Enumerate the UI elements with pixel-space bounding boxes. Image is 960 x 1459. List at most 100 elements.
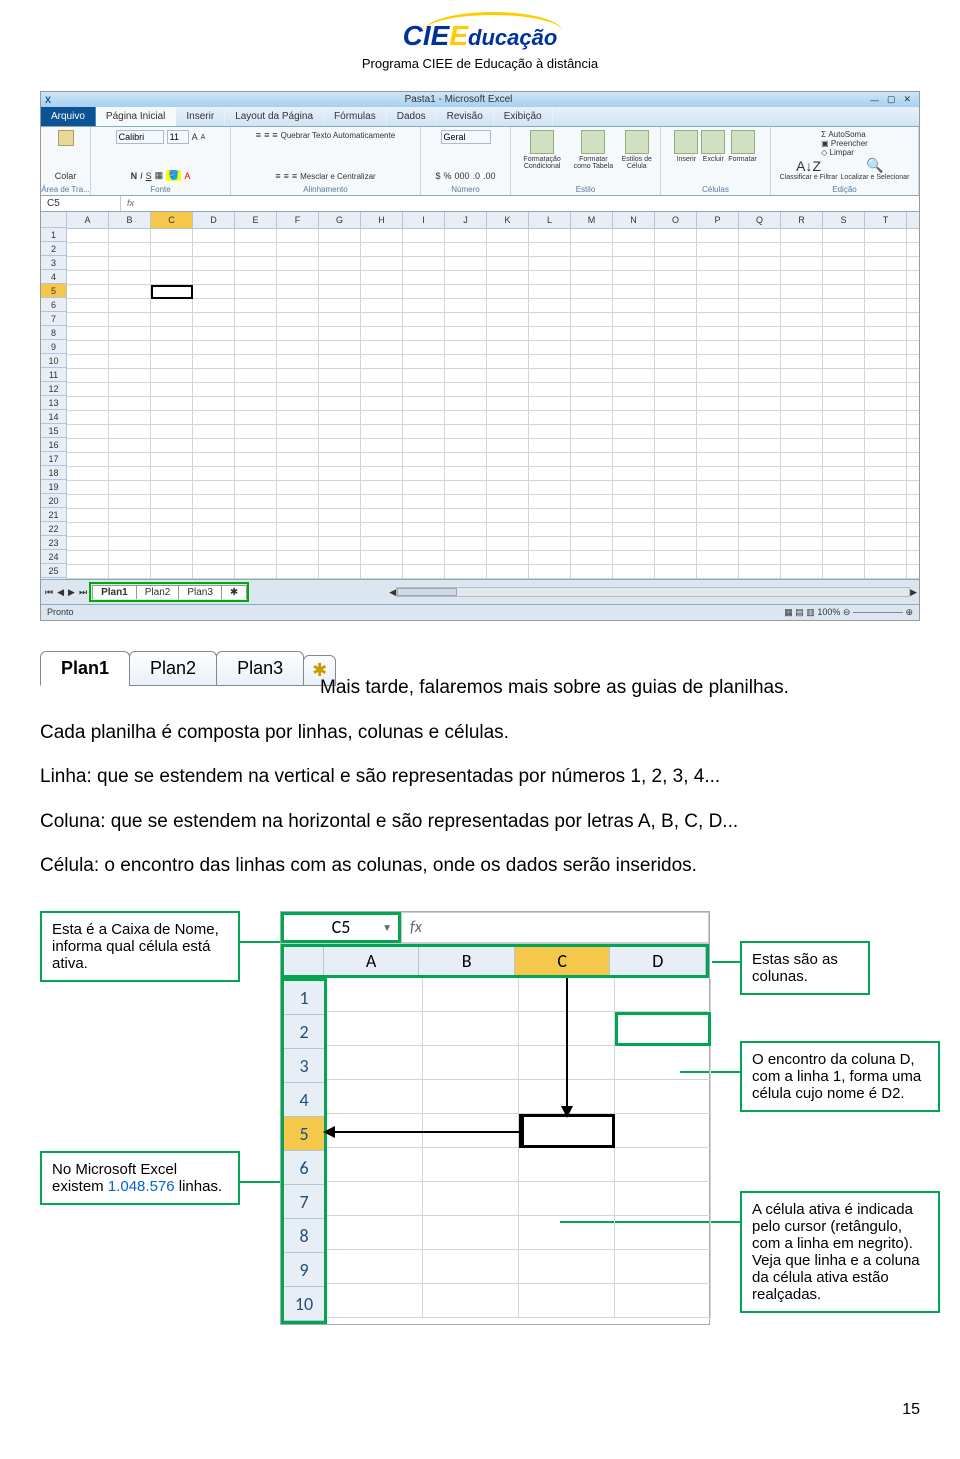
cell[interactable] — [529, 243, 571, 257]
zoom-cell[interactable] — [327, 1216, 423, 1250]
cell[interactable] — [529, 299, 571, 313]
col-header[interactable]: Q — [739, 212, 781, 228]
align-top-icon[interactable]: ≡ — [256, 130, 261, 140]
cell[interactable] — [865, 467, 907, 481]
cell[interactable] — [487, 313, 529, 327]
cell[interactable] — [823, 257, 865, 271]
cell[interactable] — [151, 551, 193, 565]
cell[interactable] — [907, 299, 919, 313]
cell[interactable] — [277, 453, 319, 467]
cell[interactable] — [739, 537, 781, 551]
cell[interactable] — [403, 257, 445, 271]
cell[interactable] — [487, 411, 529, 425]
cell[interactable] — [151, 481, 193, 495]
cell[interactable] — [571, 495, 613, 509]
cell[interactable] — [865, 313, 907, 327]
cell[interactable] — [361, 397, 403, 411]
align-left-icon[interactable]: ≡ — [275, 171, 280, 181]
cell[interactable] — [67, 453, 109, 467]
cell[interactable] — [613, 313, 655, 327]
insert-cells-icon[interactable] — [674, 130, 698, 154]
number-format-select[interactable] — [441, 130, 491, 144]
cell[interactable] — [277, 313, 319, 327]
cell[interactable] — [865, 523, 907, 537]
cell[interactable] — [151, 355, 193, 369]
cell[interactable] — [571, 313, 613, 327]
cell[interactable] — [823, 411, 865, 425]
cell[interactable] — [235, 565, 277, 579]
zoom-cell[interactable] — [423, 1216, 519, 1250]
cell[interactable] — [403, 439, 445, 453]
tab-formulas[interactable]: Fórmulas — [324, 107, 387, 126]
cell[interactable] — [697, 257, 739, 271]
col-header[interactable]: C — [151, 212, 193, 228]
zoom-cell[interactable] — [327, 1012, 423, 1046]
cell[interactable] — [235, 425, 277, 439]
cell[interactable] — [361, 243, 403, 257]
cell[interactable] — [487, 229, 529, 243]
cell[interactable] — [67, 467, 109, 481]
cell[interactable] — [277, 243, 319, 257]
zoom-cell[interactable] — [423, 1182, 519, 1216]
cell[interactable] — [529, 523, 571, 537]
cell[interactable] — [151, 425, 193, 439]
cell[interactable] — [403, 243, 445, 257]
cell[interactable] — [823, 299, 865, 313]
cell[interactable] — [487, 271, 529, 285]
inc-decimal-icon[interactable]: .0 — [473, 171, 481, 181]
cell[interactable] — [781, 425, 823, 439]
cell[interactable] — [487, 285, 529, 299]
row-header[interactable]: 19 — [41, 480, 66, 494]
cell[interactable] — [823, 229, 865, 243]
cell[interactable] — [403, 481, 445, 495]
cell[interactable] — [109, 551, 151, 565]
cell[interactable] — [823, 439, 865, 453]
cell[interactable] — [907, 397, 919, 411]
cell[interactable] — [235, 523, 277, 537]
cell[interactable] — [193, 509, 235, 523]
cell[interactable] — [67, 229, 109, 243]
zoom-col-a[interactable]: A — [324, 947, 420, 975]
wrap-text-button[interactable]: Quebrar Texto Automaticamente — [281, 131, 396, 140]
cell[interactable] — [613, 327, 655, 341]
cell[interactable] — [613, 397, 655, 411]
cell[interactable] — [319, 495, 361, 509]
cell[interactable] — [655, 383, 697, 397]
cell[interactable] — [235, 551, 277, 565]
cell[interactable] — [319, 369, 361, 383]
cell[interactable] — [109, 565, 151, 579]
cell[interactable] — [151, 397, 193, 411]
cell[interactable] — [613, 509, 655, 523]
cell[interactable] — [277, 439, 319, 453]
cell[interactable] — [151, 467, 193, 481]
row-header[interactable]: 21 — [41, 508, 66, 522]
cell[interactable] — [781, 285, 823, 299]
col-header[interactable]: O — [655, 212, 697, 228]
zoom-cell[interactable] — [519, 1216, 615, 1250]
cell[interactable] — [277, 257, 319, 271]
cell[interactable] — [529, 453, 571, 467]
cell[interactable] — [865, 551, 907, 565]
cell[interactable] — [907, 481, 919, 495]
cell[interactable] — [697, 551, 739, 565]
zoom-row-header[interactable]: 10 — [284, 1287, 324, 1321]
cell[interactable] — [613, 229, 655, 243]
cell[interactable] — [781, 411, 823, 425]
cell[interactable] — [361, 383, 403, 397]
zoom-cell[interactable] — [423, 1046, 519, 1080]
row-header[interactable]: 5 — [41, 284, 66, 298]
cell[interactable] — [193, 383, 235, 397]
cell[interactable] — [319, 453, 361, 467]
cell[interactable] — [613, 565, 655, 579]
tab-insert[interactable]: Inserir — [176, 107, 225, 126]
cell[interactable] — [655, 523, 697, 537]
cell[interactable] — [865, 411, 907, 425]
cell[interactable] — [361, 523, 403, 537]
cell[interactable] — [319, 537, 361, 551]
row-header[interactable]: 7 — [41, 312, 66, 326]
cell[interactable] — [151, 271, 193, 285]
col-header[interactable]: L — [529, 212, 571, 228]
cell[interactable] — [739, 425, 781, 439]
cell[interactable] — [823, 397, 865, 411]
cell[interactable] — [487, 257, 529, 271]
